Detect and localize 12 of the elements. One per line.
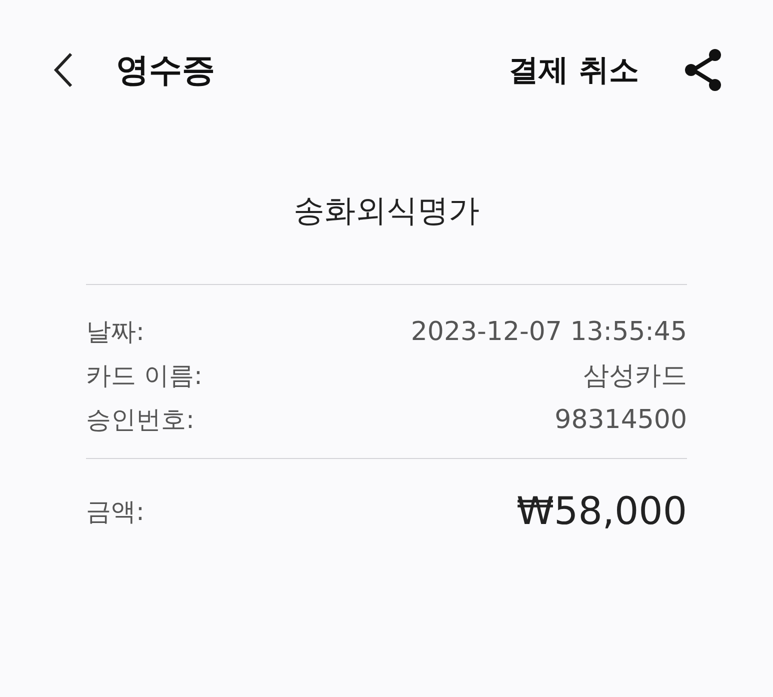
share-icon[interactable] — [683, 47, 723, 93]
detail-label: 카드 이름: — [86, 360, 202, 392]
amount-value: ₩58,000 — [516, 489, 687, 533]
detail-value: 98314500 — [554, 404, 687, 434]
amount-label: 금액: — [86, 496, 144, 528]
store-name: 송화외식명가 — [292, 192, 480, 231]
detail-label: 날짜: — [86, 316, 144, 348]
detail-label: 승인번호: — [86, 404, 194, 436]
detail-value: 삼성카드 — [583, 360, 687, 393]
detail-value: 2023-12-07 13:55:45 — [410, 316, 687, 346]
page-title: 영수증 — [116, 48, 215, 90]
cancel-payment-button[interactable]: 결제 취소 — [508, 50, 639, 90]
